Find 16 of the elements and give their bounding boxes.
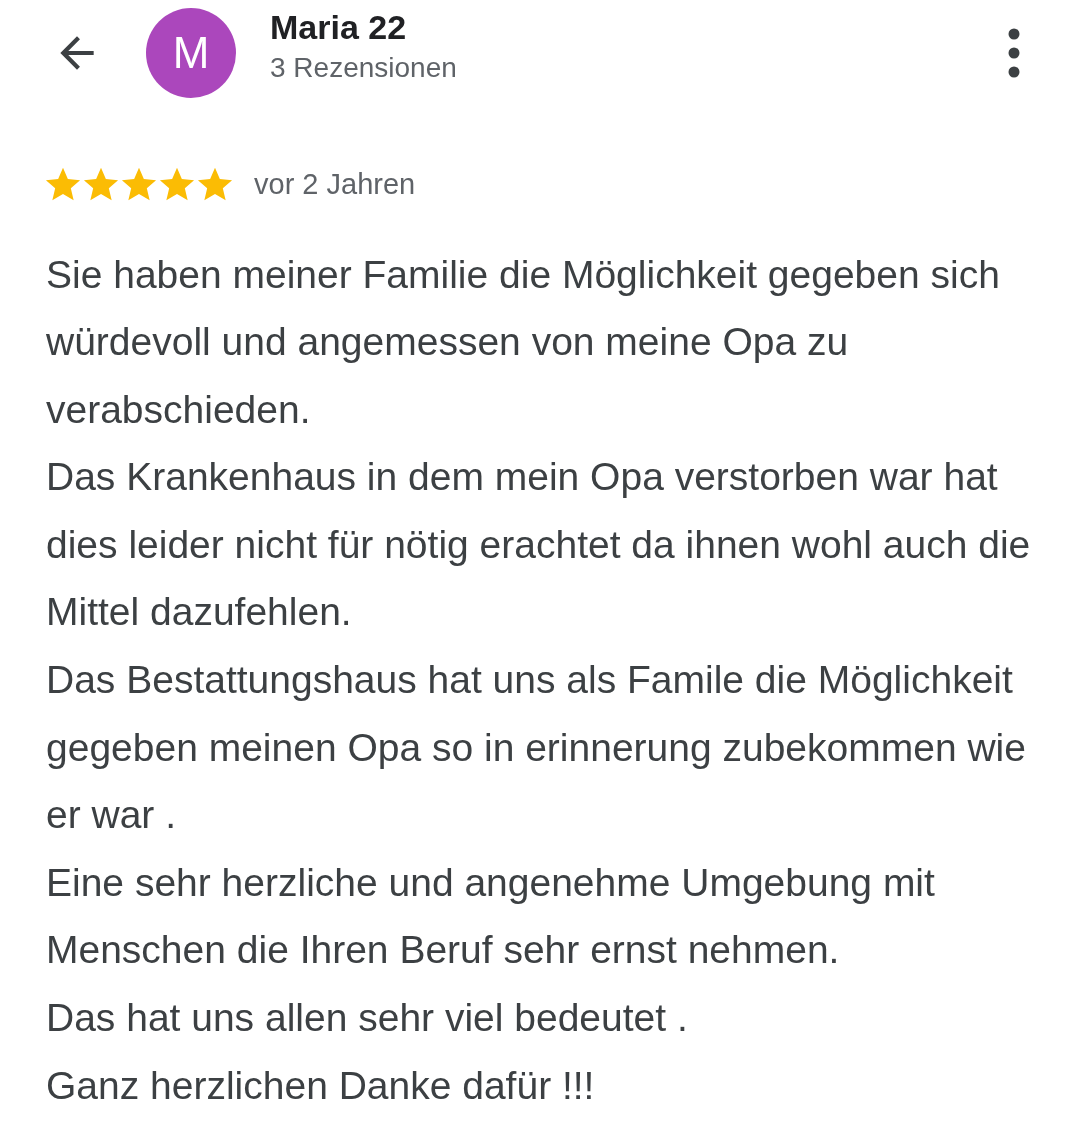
avatar: M (146, 7, 236, 98)
review-paragraph: Das Bestattungshaus hat uns als Famile die Möglichkeit gegeben meinen Opa so in erinnerung zubekommen wie er war . (46, 657, 1027, 839)
star-icon (196, 166, 234, 203)
review-time: vor 2 Jahren (254, 167, 416, 202)
review-paragraph: Das Krankenhaus in dem mein Opa verstorben war hat dies leider nicht für nötig erachtet da ihnen wohl auch die Mittel dazufehlen. (46, 454, 1032, 636)
review-count: 3 Rezensionen (270, 50, 458, 85)
star-icon (44, 166, 82, 203)
more-options-icon[interactable] (1008, 27, 1020, 78)
review-paragraph: Sie haben meiner Familie die Möglichkeit gegeben sich würdevoll und angemessen von meine Opa zu verabschieden. (46, 251, 1001, 433)
review-paragraph: Ganz herzlichen Danke dafür !!! (46, 1062, 596, 1109)
star-icon (158, 166, 196, 203)
star-icon (82, 166, 120, 203)
review-paragraph: Eine sehr herzliche und angenehme Umgebung mit Menschen die Ihren Beruf sehr ernst nehmen. (46, 859, 936, 974)
star-icon (120, 166, 158, 203)
reviewer-name: Maria 22 (270, 6, 408, 48)
review-paragraph: Das hat uns allen sehr viel bedeutet . (46, 995, 689, 1042)
